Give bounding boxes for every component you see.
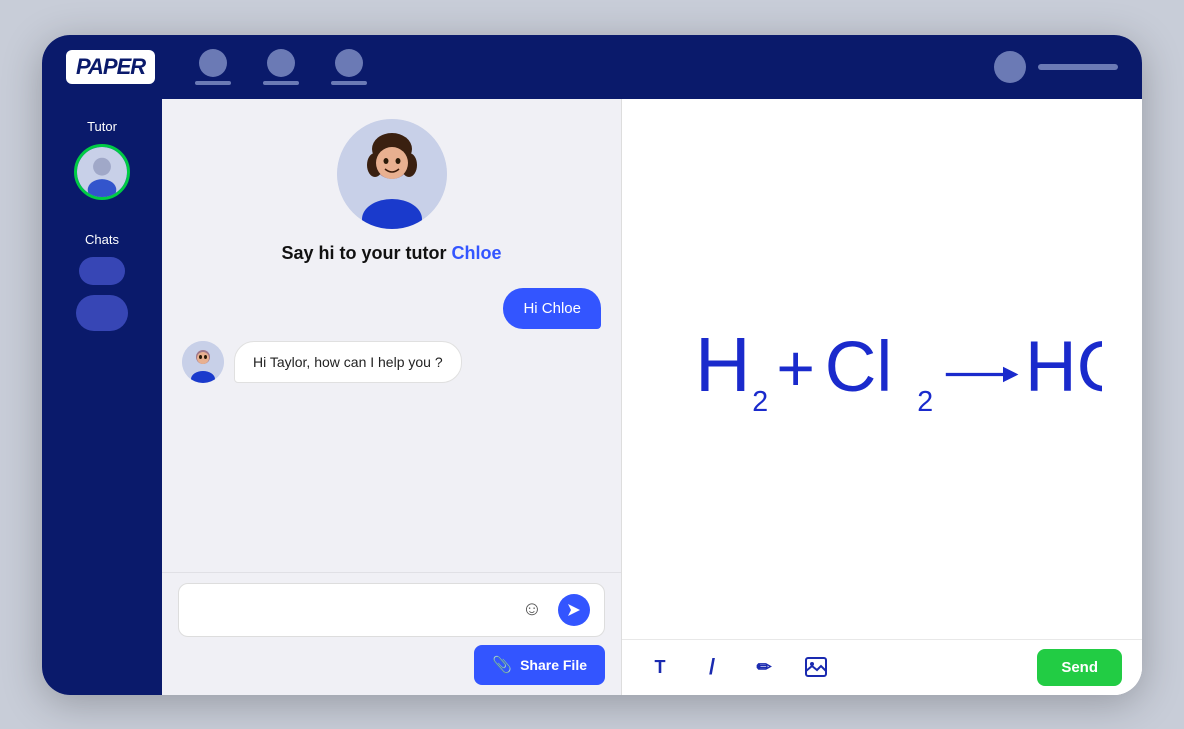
received-bubble-1: Hi Taylor, how can I help you ?: [234, 341, 462, 383]
send-message-button[interactable]: [558, 594, 590, 626]
sidebar: Tutor Chats: [42, 99, 162, 695]
nav-right: [994, 51, 1118, 83]
sidebar-chats-section: Chats: [42, 232, 162, 341]
text-tool-button[interactable]: T: [642, 649, 678, 685]
logo[interactable]: PAPER: [66, 50, 155, 84]
tutor-msg-avatar-svg: [182, 341, 224, 383]
paperclip-icon: 📎: [492, 655, 512, 675]
svg-text:+: +: [776, 331, 815, 405]
chats-label: Chats: [85, 232, 119, 247]
chat-input[interactable]: [193, 601, 516, 618]
top-nav: PAPER: [42, 35, 1142, 99]
messages-area: Hi Chloe: [182, 288, 601, 383]
chat-item-1[interactable]: [79, 257, 125, 285]
sent-bubble-1: Hi Chloe: [503, 288, 601, 329]
person-icon-3: [335, 49, 363, 77]
whiteboard-send-button[interactable]: Send: [1037, 649, 1122, 686]
chat-actions-row: 📎 Share File: [178, 645, 605, 685]
send-arrow-icon: [566, 602, 582, 618]
svg-text:Cl: Cl: [825, 327, 893, 407]
person-icon-1: [199, 49, 227, 77]
svg-text:HCl: HCl: [1025, 327, 1102, 407]
line-tool-button[interactable]: /: [694, 649, 730, 685]
share-file-button[interactable]: 📎 Share File: [474, 645, 605, 685]
svg-text:2: 2: [752, 385, 768, 417]
nav-line-2: [263, 81, 299, 85]
equation-svg: H 2 + Cl 2 HCl: [662, 129, 1102, 609]
user-avatar-icon[interactable]: [994, 51, 1026, 83]
nav-item-3[interactable]: [331, 49, 367, 85]
message-received-1: Hi Taylor, how can I help you ?: [182, 341, 601, 383]
tutor-avatar[interactable]: [74, 144, 130, 200]
nav-line-1: [195, 81, 231, 85]
chat-content: Say hi to your tutor Chloe Hi Chloe: [162, 99, 621, 572]
chat-input-row: ☺: [178, 583, 605, 637]
sidebar-tutor-section: Tutor: [42, 119, 162, 200]
svg-text:2: 2: [917, 385, 933, 417]
whiteboard-panel: H 2 + Cl 2 HCl T: [622, 99, 1142, 695]
pen-tool-button[interactable]: ✏: [746, 649, 782, 685]
tutor-label: Tutor: [87, 119, 117, 134]
tutor-face-svg: [337, 119, 447, 229]
chat-input-icons: ☺: [516, 594, 590, 626]
tutor-intro: Say hi to your tutor Chloe: [281, 119, 501, 264]
whiteboard-toolbar: T / ✏ Send: [622, 639, 1142, 695]
user-name-placeholder: [1038, 64, 1118, 70]
logo-text: PAPER: [76, 54, 145, 79]
tutor-msg-avatar: [182, 341, 224, 383]
chat-input-area: ☺ 📎 Share File: [162, 572, 621, 695]
svg-text:H: H: [695, 322, 751, 408]
person-icon-2: [267, 49, 295, 77]
nav-item-2[interactable]: [263, 49, 299, 85]
intro-text: Say hi to your tutor Chloe: [281, 243, 501, 264]
tutor-avatar-svg: [77, 144, 127, 200]
nav-icons: [195, 49, 367, 85]
image-tool-button[interactable]: [798, 649, 834, 685]
chat-item-2[interactable]: [76, 295, 128, 331]
main-area: Tutor Chats: [42, 99, 1142, 695]
nav-item-1[interactable]: [195, 49, 231, 85]
tutor-avatar-large: [337, 119, 447, 229]
image-icon: [805, 657, 827, 677]
nav-line-3: [331, 81, 367, 85]
chat-panel: Say hi to your tutor Chloe Hi Chloe: [162, 99, 622, 695]
device-frame: PAPER Tutor: [42, 35, 1142, 695]
emoji-button[interactable]: ☺: [516, 594, 548, 626]
whiteboard-content: H 2 + Cl 2 HCl: [622, 99, 1142, 639]
message-sent-1: Hi Chloe: [182, 288, 601, 329]
